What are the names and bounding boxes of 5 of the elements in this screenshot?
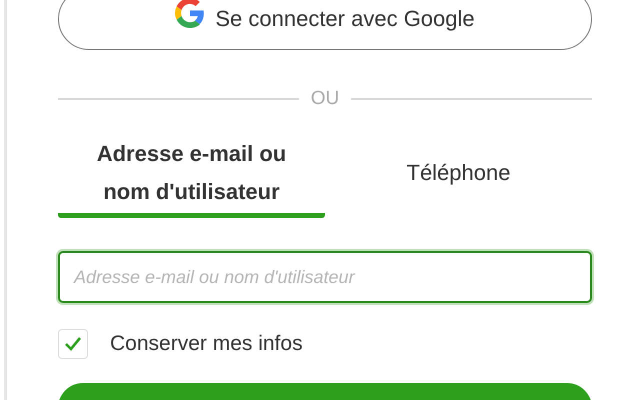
checkbox[interactable] [58, 329, 88, 359]
google-g-icon [175, 0, 206, 28]
google-sign-in-button[interactable]: Se connecter avec Google [58, 0, 592, 50]
checkbox-label: Conserver mes infos [110, 332, 303, 356]
divider-label: OU [310, 88, 340, 110]
